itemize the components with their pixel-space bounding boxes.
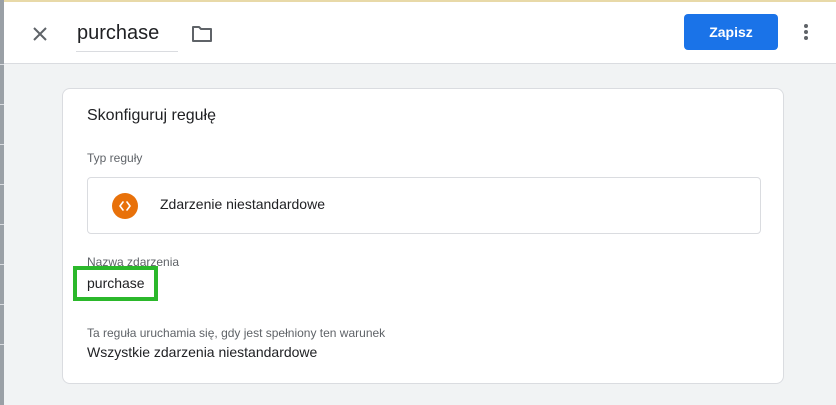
close-button[interactable] xyxy=(28,22,52,46)
trigger-name-input[interactable]: purchase xyxy=(76,18,178,52)
more-options-button[interactable] xyxy=(794,20,818,44)
strip-divider xyxy=(0,224,4,225)
strip-divider xyxy=(0,264,4,265)
strip-divider xyxy=(0,144,4,145)
folder-icon xyxy=(192,26,212,42)
more-vert-icon xyxy=(804,24,808,40)
strip-divider xyxy=(0,344,4,345)
trigger-type-label: Typ reguły xyxy=(87,151,143,165)
strip-divider xyxy=(0,64,4,65)
strip-divider xyxy=(0,304,4,305)
close-icon xyxy=(33,27,47,41)
strip-divider xyxy=(0,104,4,105)
save-button[interactable]: Zapisz xyxy=(684,14,778,50)
code-brackets-icon xyxy=(119,201,131,211)
event-name-label: Nazwa zdarzenia xyxy=(87,255,180,269)
trigger-type-selector[interactable]: Zdarzenie niestandardowe xyxy=(87,177,761,234)
event-name-value: purchase xyxy=(87,275,145,291)
trigger-name-text: purchase xyxy=(77,22,160,44)
trigger-configuration-card: Skonfiguruj regułę Typ reguły Zdarzenie … xyxy=(62,88,784,384)
fires-on-value: Wszystkie zdarzenia niestandardowe xyxy=(87,344,318,360)
trigger-type-value: Zdarzenie niestandardowe xyxy=(160,196,325,212)
card-title: Skonfiguruj regułę xyxy=(87,107,216,124)
folder-button[interactable] xyxy=(190,22,214,46)
editor-header: purchase Zapisz xyxy=(4,2,836,64)
fires-on-label: Ta reguła uruchamia się, gdy jest spełni… xyxy=(87,326,386,340)
strip-divider xyxy=(0,184,4,185)
custom-event-icon xyxy=(112,193,138,219)
